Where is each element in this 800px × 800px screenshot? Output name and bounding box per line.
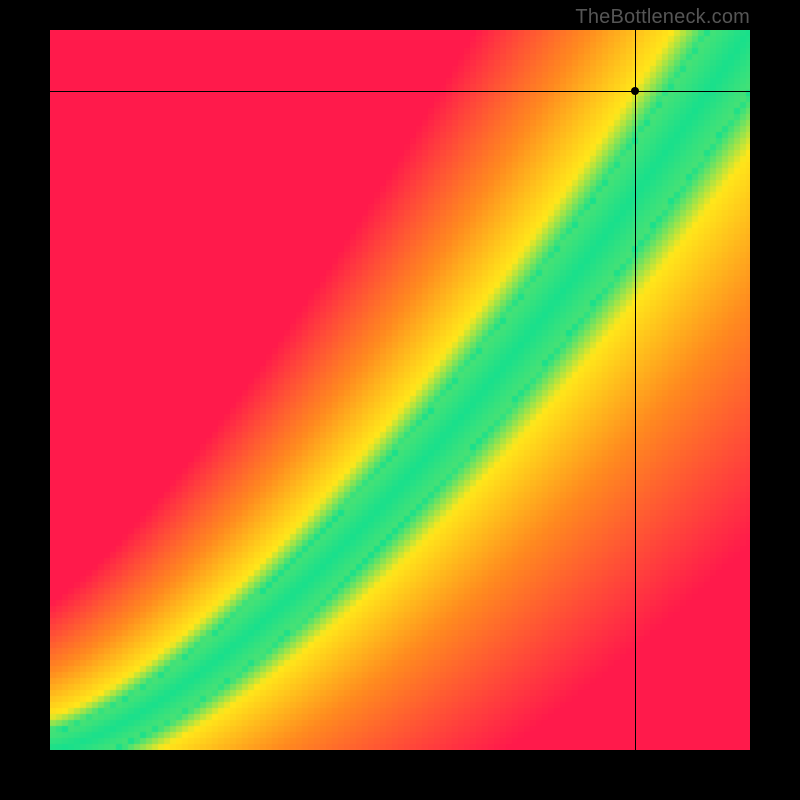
crosshair-marker-dot — [631, 87, 639, 95]
heatmap-plot — [50, 30, 750, 750]
chart-frame: TheBottleneck.com — [0, 0, 800, 800]
heatmap-canvas — [50, 30, 750, 750]
crosshair-vertical-line — [635, 30, 636, 750]
crosshair-horizontal-line — [50, 91, 750, 92]
watermark-text: TheBottleneck.com — [575, 6, 750, 29]
